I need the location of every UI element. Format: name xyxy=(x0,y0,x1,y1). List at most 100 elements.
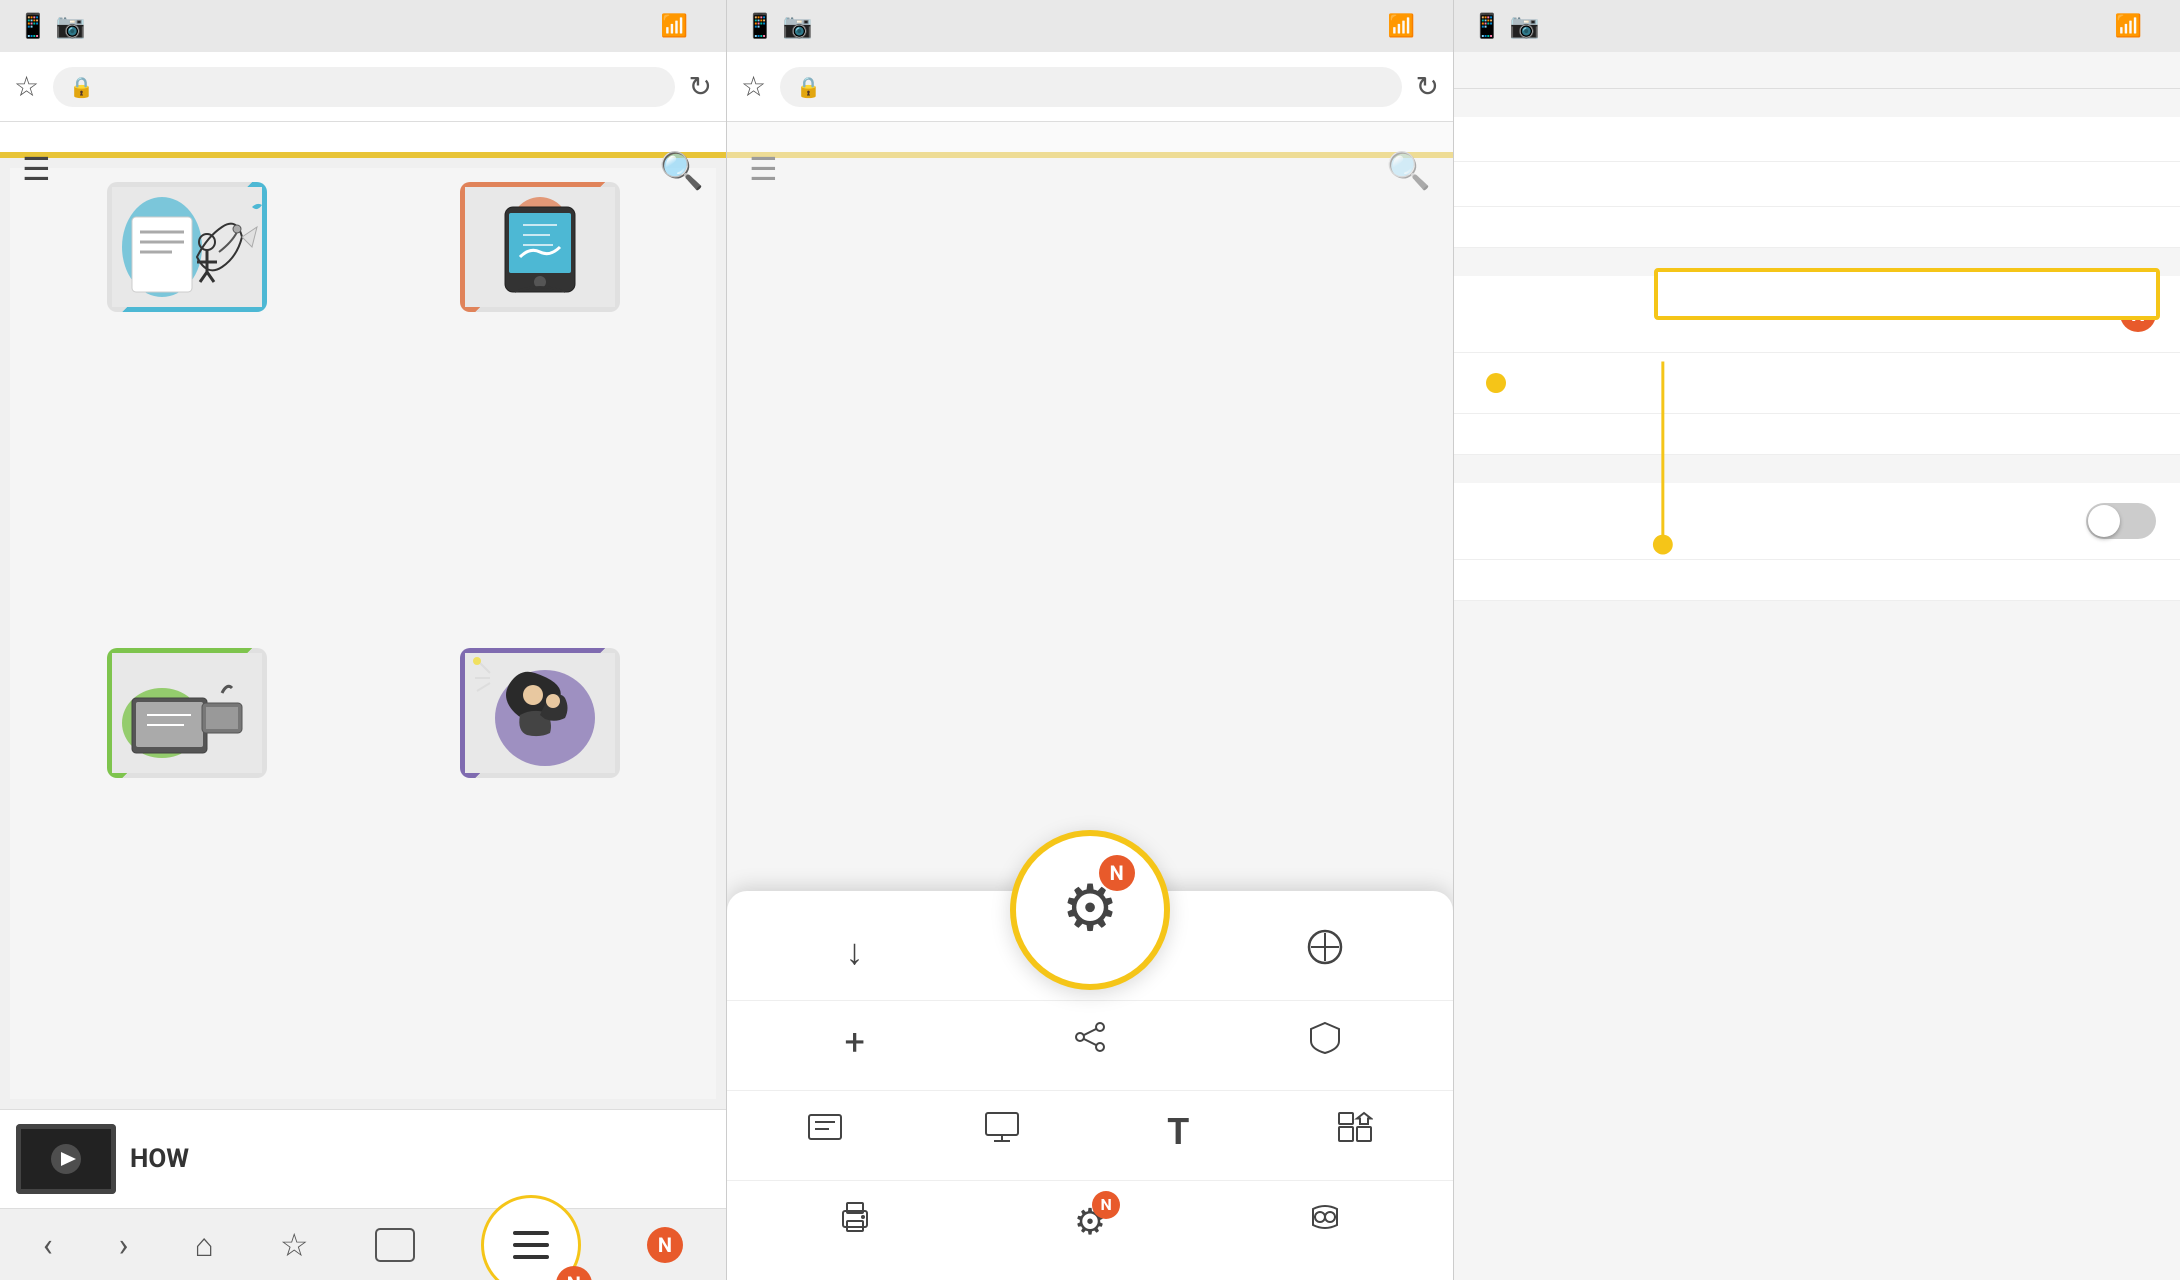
lifewire-header-2: ☰ 🔍 xyxy=(727,122,1453,158)
n-badge-settings-circle: N xyxy=(1099,855,1135,891)
menu-item-text-size[interactable]: T xyxy=(1123,1111,1233,1161)
contrast-toggle[interactable] xyxy=(2086,503,2156,539)
settings-item-search[interactable] xyxy=(1454,162,2180,207)
thumb-buy xyxy=(107,648,267,778)
menu-item-settings[interactable]: ⚙ N xyxy=(1035,1201,1145,1251)
menu-btn-wrapper-1[interactable]: N xyxy=(481,1195,581,1280)
share-icon xyxy=(1072,1019,1108,1064)
status-bar-1: 📱 📷 📶 xyxy=(0,0,726,52)
tabs-btn-wrapper-1[interactable] xyxy=(375,1228,415,1262)
hamburger-icon-1[interactable]: ☰ xyxy=(22,150,51,188)
panel-settings: 📱 📷 📶 xyxy=(1454,0,2180,1280)
menu-item-add-page[interactable]: + xyxy=(800,1021,910,1071)
menu-item-saved-pages[interactable] xyxy=(1270,929,1380,982)
settings-item-homepage[interactable] xyxy=(1454,117,2180,162)
settings-item-useful[interactable] xyxy=(1454,414,2180,455)
screenshot-icon-3: 📷 xyxy=(1510,12,1540,40)
n-badge-settings-menu: N xyxy=(1092,1191,1120,1219)
settings-gear-wrapper: ⚙ N xyxy=(1061,871,1118,946)
menu-item-print[interactable] xyxy=(800,1199,910,1252)
status-bar-right-3: 📶 xyxy=(2115,14,2162,39)
sites-row xyxy=(1478,373,1506,393)
addons-icon xyxy=(1337,1109,1373,1154)
saved-pages-icon xyxy=(1307,929,1343,974)
section-other xyxy=(1454,455,2180,483)
thumb-more xyxy=(460,648,620,778)
menu-circle-1[interactable]: N xyxy=(481,1195,581,1280)
yellow-dot-sites xyxy=(1486,373,1506,393)
search-icon-1[interactable]: 🔍 xyxy=(659,150,704,192)
menu-item-find[interactable] xyxy=(770,1109,880,1162)
settings-header xyxy=(1454,52,2180,89)
section-general xyxy=(1454,89,2180,117)
how-article: HOW xyxy=(0,1109,726,1208)
menu-item-desktop[interactable] xyxy=(947,1109,1057,1162)
status-bar-left-1: 📱 📷 xyxy=(18,12,86,40)
downloads-icon: ↓ xyxy=(846,931,864,973)
browser-content-1: ☰ 🔍 xyxy=(0,122,726,1208)
thumb-fix xyxy=(460,182,620,312)
bookmark-button-1[interactable]: ☆ xyxy=(280,1226,309,1264)
notification-icon-2: 📱 xyxy=(745,12,775,40)
thumb-howto xyxy=(107,182,267,312)
menu-line-3 xyxy=(513,1255,549,1259)
how-article-title: HOW xyxy=(130,1144,189,1174)
lock-icon-1: 🔒 xyxy=(69,75,94,99)
menu-row-3: T xyxy=(727,1091,1453,1181)
print-icon xyxy=(837,1199,873,1244)
status-bar-3: 📱 📷 📶 xyxy=(1454,0,2180,52)
back-button-1[interactable]: ‹ xyxy=(43,1226,53,1264)
url-bar-2[interactable]: 🔒 xyxy=(780,67,1401,107)
menu-item-downloads[interactable]: ↓ xyxy=(800,931,910,981)
settings-item-sites[interactable] xyxy=(1454,353,2180,414)
settings-item-contrast[interactable] xyxy=(1454,483,2180,560)
menu-line-2 xyxy=(513,1243,549,1247)
desktop-icon xyxy=(984,1109,1020,1154)
status-bar-left-3: 📱 📷 xyxy=(1472,12,1540,40)
home-button-1[interactable]: ⌂ xyxy=(194,1226,213,1264)
screenshot-icon-2: 📷 xyxy=(783,12,813,40)
article-more[interactable] xyxy=(363,634,716,1100)
address-bar-1: ☆ 🔒 ↻ xyxy=(0,52,726,122)
search-icon-2: 🔍 xyxy=(1386,150,1431,192)
menu-item-share[interactable] xyxy=(1035,1019,1145,1072)
panel-menu: 📱 📷 📶 ☆ 🔒 ↻ ☰ 🔍 ↓ ⏱ xyxy=(727,0,1454,1280)
status-bar-left-2: 📱 📷 xyxy=(745,12,813,40)
article-buy[interactable] xyxy=(10,634,363,1100)
forward-button-1[interactable]: › xyxy=(119,1226,129,1264)
star-icon-2[interactable]: ☆ xyxy=(741,70,766,103)
n-badge-nav: N xyxy=(647,1227,683,1263)
article-fix[interactable] xyxy=(363,168,716,634)
refresh-icon-1[interactable]: ↻ xyxy=(689,70,712,103)
settings-item-about[interactable] xyxy=(1454,560,2180,601)
lock-icon-2: 🔒 xyxy=(796,75,821,99)
article-grid-1 xyxy=(0,158,726,1109)
notification-icon-3: 📱 xyxy=(1472,12,1502,40)
menu-item-ad-blockers[interactable] xyxy=(1270,1019,1380,1072)
notification-icon: 📱 xyxy=(18,12,48,40)
wifi-icon: 📶 xyxy=(661,14,688,39)
screenshot-icon: 📷 xyxy=(56,12,86,40)
tabs-count-1[interactable] xyxy=(375,1228,415,1262)
menu-item-contact[interactable] xyxy=(1270,1199,1380,1252)
settings-item-appearance[interactable] xyxy=(1454,207,2180,248)
toggle-knob xyxy=(2088,505,2120,537)
panel-browser: 📱 📷 📶 ☆ 🔒 ↻ ☰ 🔍 xyxy=(0,0,727,1280)
refresh-icon-2[interactable]: ↻ xyxy=(1416,70,1439,103)
ad-blockers-icon xyxy=(1307,1019,1343,1064)
article-howto[interactable] xyxy=(10,168,363,634)
menu-row-2: + xyxy=(727,1001,1453,1091)
text-size-icon: T xyxy=(1167,1111,1189,1153)
browser-nav-1: ‹ › ⌂ ☆ N N xyxy=(0,1208,726,1280)
menu-item-addons[interactable] xyxy=(1300,1109,1410,1162)
settings-circle[interactable]: ⚙ N xyxy=(1010,830,1170,990)
star-icon-1[interactable]: ☆ xyxy=(14,70,39,103)
how-article-thumb xyxy=(16,1124,116,1194)
menu-lines-1 xyxy=(513,1231,549,1259)
hamburger-icon-2: ☰ xyxy=(749,150,778,188)
wifi-icon-3: 📶 xyxy=(2115,14,2142,39)
n-badge-menu-1: N xyxy=(556,1266,592,1280)
url-bar-1[interactable]: 🔒 xyxy=(53,67,674,107)
address-bar-2: ☆ 🔒 ↻ xyxy=(727,52,1453,122)
status-bar-2: 📱 📷 📶 xyxy=(727,0,1453,52)
